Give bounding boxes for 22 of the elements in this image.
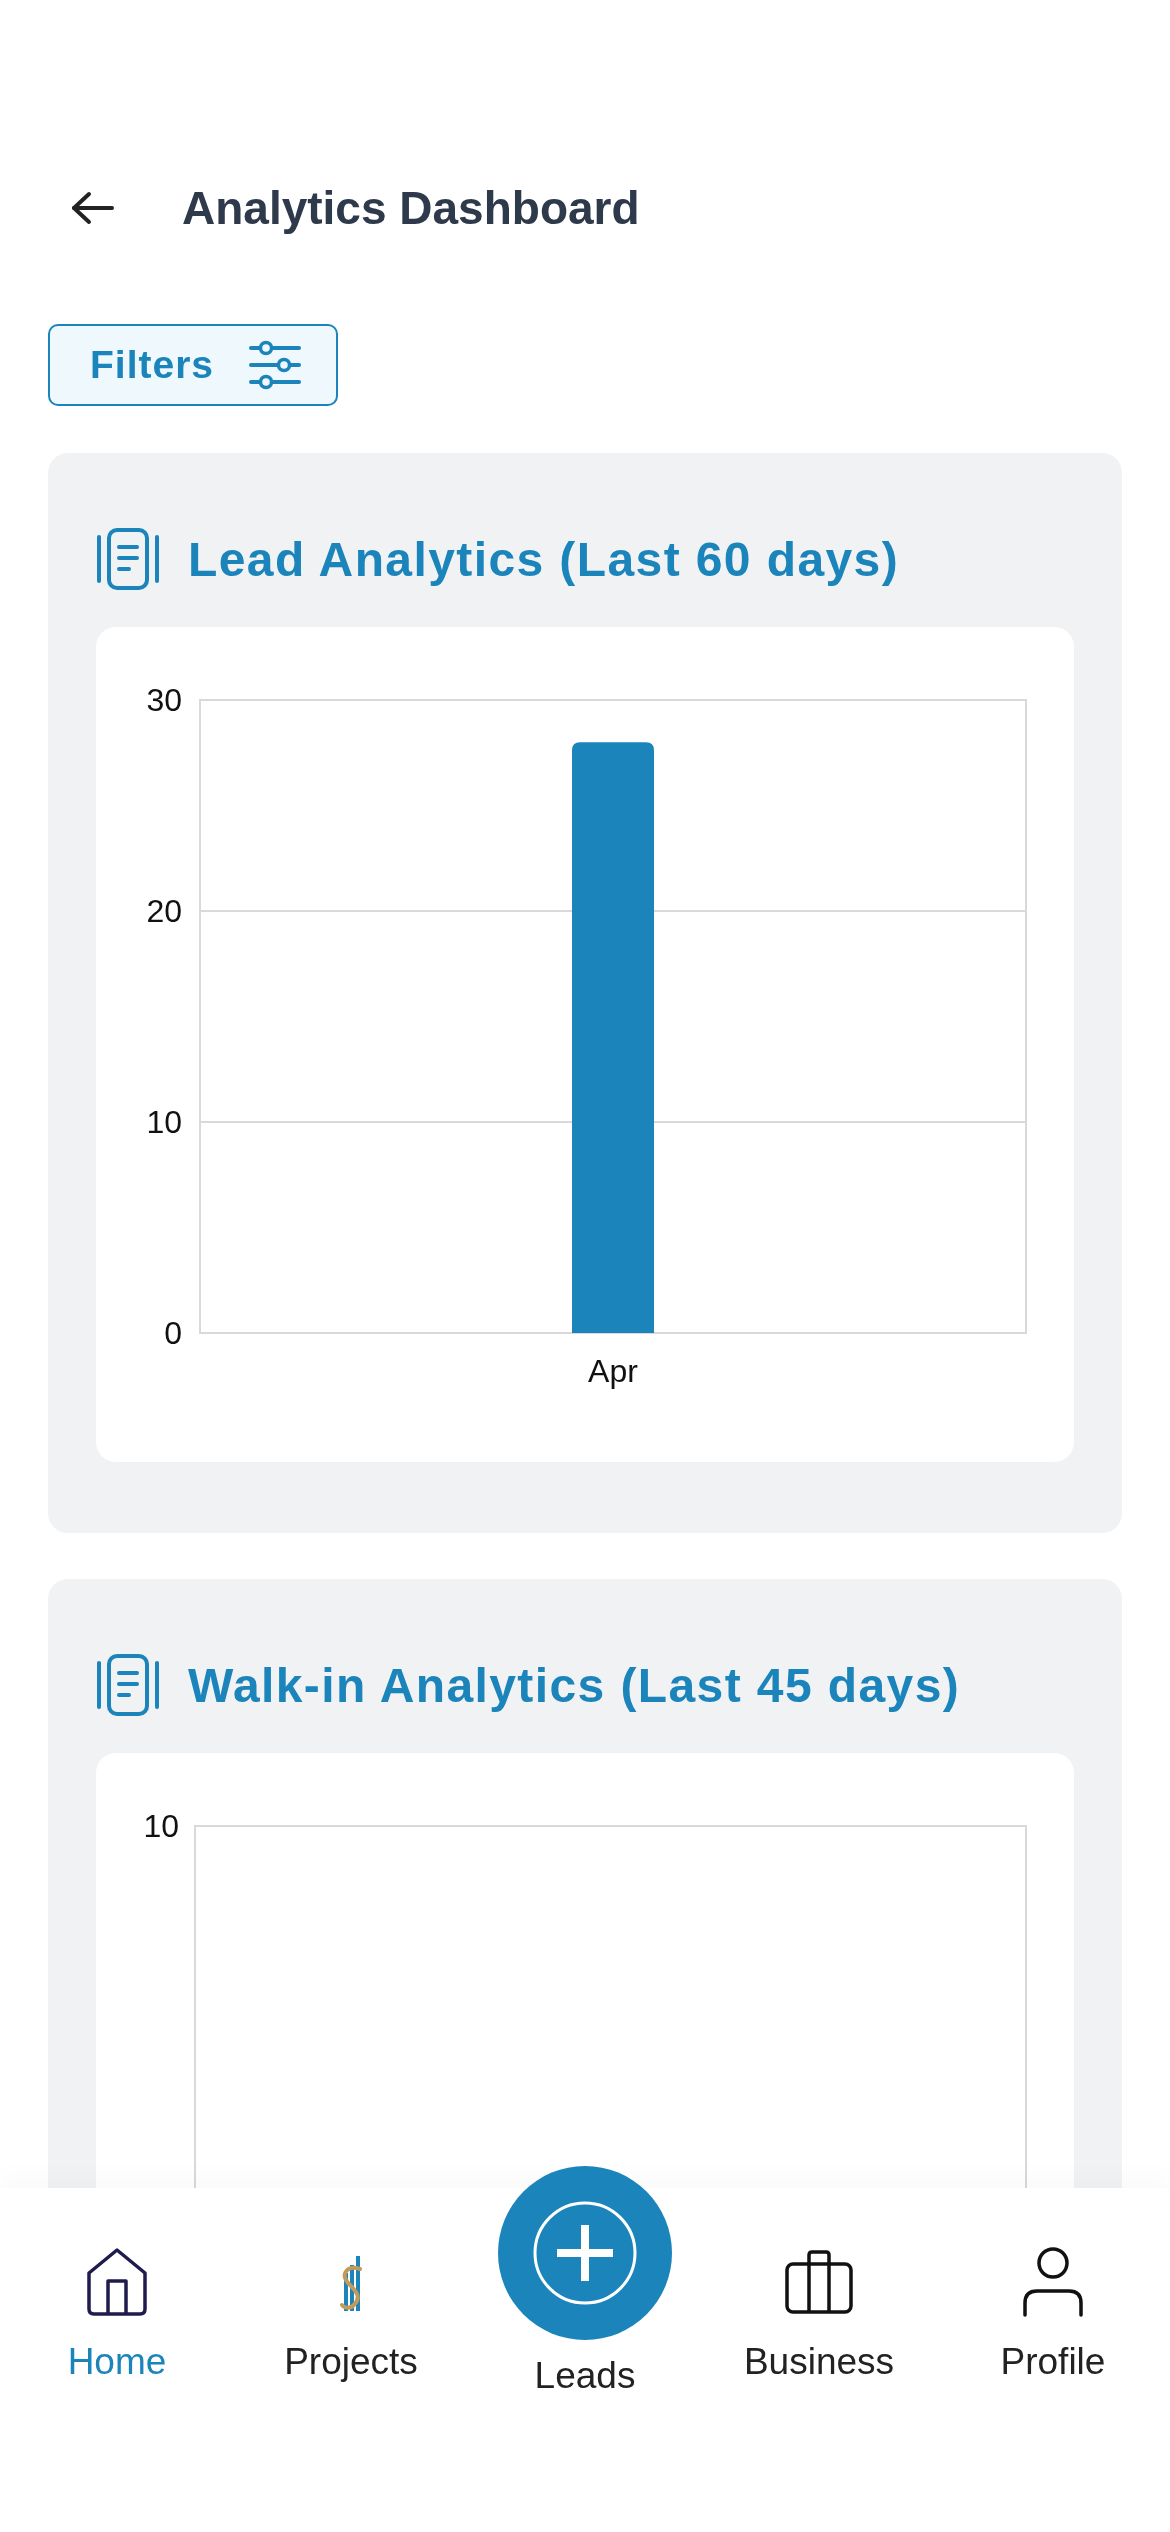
briefcase-icon bbox=[785, 2250, 853, 2314]
back-button[interactable] bbox=[70, 191, 114, 225]
sliders-icon bbox=[248, 340, 303, 390]
person-icon bbox=[1022, 2247, 1084, 2317]
nav-tab[interactable]: Leads bbox=[498, 2166, 672, 2396]
y-axis-label: 10 bbox=[146, 1104, 182, 1140]
y-axis-label: 10 bbox=[143, 1808, 179, 1844]
nav-tab[interactable]: Projects bbox=[284, 2188, 418, 2382]
filters-button[interactable]: Filters bbox=[48, 324, 338, 406]
page-title: Analytics Dashboard bbox=[182, 181, 640, 235]
x-axis-label: Apr bbox=[588, 1353, 638, 1389]
y-axis-label: 20 bbox=[146, 893, 182, 929]
nav-tab[interactable]: Business bbox=[743, 2188, 895, 2382]
document-icon bbox=[96, 527, 160, 591]
card-title: Walk-in Analytics (Last 45 days) bbox=[188, 1657, 961, 1713]
nav-tab[interactable]: Profile bbox=[1000, 2188, 1106, 2382]
y-axis-label: 0 bbox=[164, 1315, 182, 1351]
y-axis-label: 30 bbox=[146, 682, 182, 718]
document-icon bbox=[96, 1653, 160, 1717]
home-icon bbox=[86, 2247, 148, 2317]
nav-tab[interactable]: Home bbox=[67, 2188, 167, 2382]
card-title: Lead Analytics (Last 60 days) bbox=[188, 531, 900, 587]
